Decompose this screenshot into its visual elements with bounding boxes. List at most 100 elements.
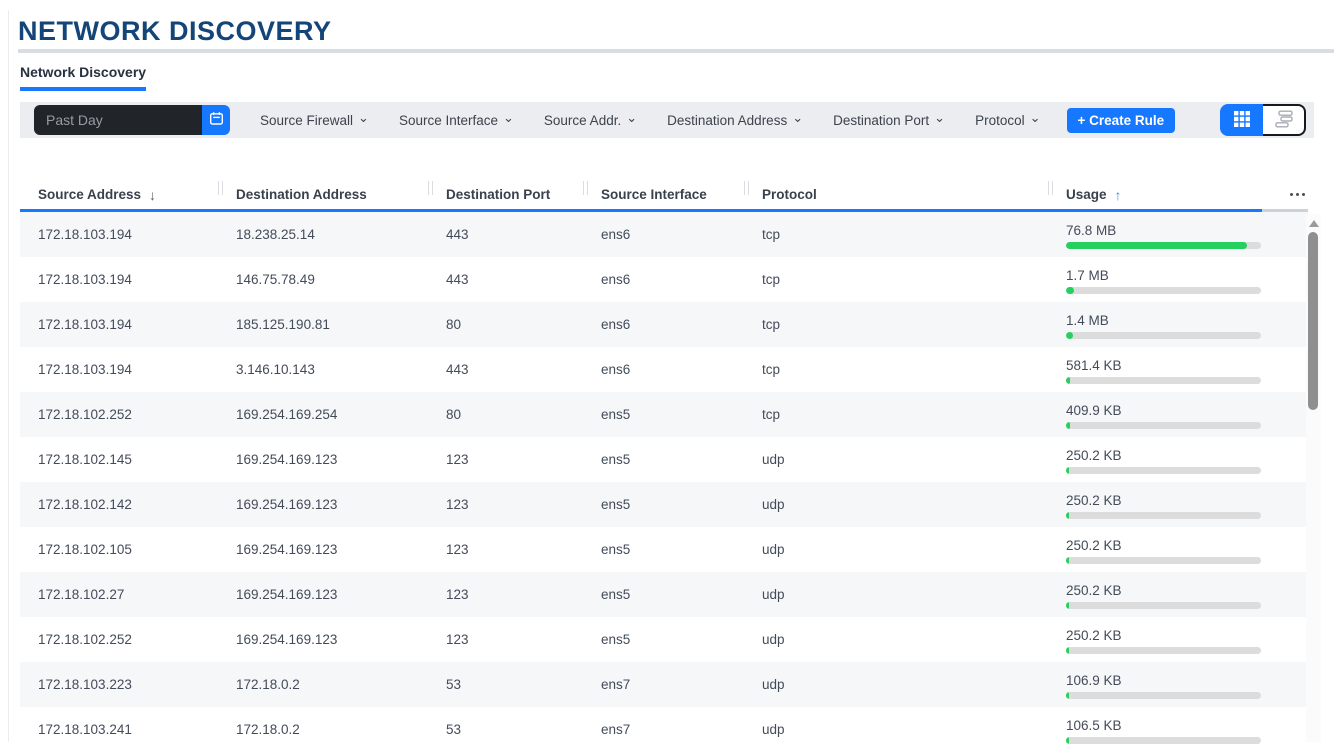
cell-source-address: 172.18.103.241 [20, 707, 218, 752]
table-row[interactable]: 172.18.103.194 185.125.190.81 80 ens6 tc… [20, 302, 1308, 347]
cell-protocol: udp [744, 482, 1048, 527]
filter-protocol[interactable]: Protocol ⌄ [975, 113, 1040, 128]
usage-bar [1066, 647, 1261, 654]
column-header-destination-port[interactable]: Destination Port [428, 180, 583, 209]
table-row[interactable]: 172.18.103.194 3.146.10.143 443 ens6 tcp… [20, 347, 1308, 392]
usage-bar-fill [1066, 422, 1070, 429]
sort-asc-icon: ↑ [1115, 187, 1122, 203]
table-row[interactable]: 172.18.102.252 169.254.169.123 123 ens5 … [20, 617, 1308, 662]
usage-bar-fill [1066, 737, 1069, 744]
cell-protocol: tcp [744, 302, 1048, 347]
cell-source-interface: ens7 [583, 707, 744, 752]
table-row[interactable]: 172.18.102.105 169.254.169.123 123 ens5 … [20, 527, 1308, 572]
vertical-scrollbar[interactable] [1306, 214, 1321, 742]
usage-bar [1066, 332, 1261, 339]
cell-destination-port: 443 [428, 347, 583, 392]
cell-protocol: udp [744, 572, 1048, 617]
usage-bar-fill [1066, 242, 1247, 249]
date-range-input[interactable] [34, 105, 202, 135]
cell-menu [1268, 302, 1308, 347]
ellipsis-icon [1290, 193, 1305, 196]
table-row[interactable]: 172.18.102.27 169.254.169.123 123 ens5 u… [20, 572, 1308, 617]
chevron-down-icon: ⌄ [358, 114, 369, 122]
flows-table: Source Address ↓ Destination Address Des… [20, 180, 1308, 752]
cell-menu [1268, 527, 1308, 572]
cell-destination-address: 169.254.169.123 [218, 527, 428, 572]
tab-network-discovery[interactable]: Network Discovery [20, 64, 146, 91]
scroll-up-icon[interactable] [1309, 220, 1319, 227]
flow-view-button[interactable] [1263, 104, 1306, 136]
table-row[interactable]: 172.18.103.223 172.18.0.2 53 ens7 udp 10… [20, 662, 1308, 707]
flow-view-icon [1274, 110, 1294, 131]
cell-menu [1268, 662, 1308, 707]
filter-source-addr[interactable]: Source Addr. ⌄ [544, 113, 637, 128]
cell-destination-address: 172.18.0.2 [218, 707, 428, 752]
calendar-button[interactable] [202, 105, 230, 135]
cell-destination-port: 80 [428, 302, 583, 347]
usage-bar [1066, 602, 1261, 609]
cell-menu [1268, 572, 1308, 617]
table-view-button[interactable] [1220, 104, 1263, 136]
usage-bar [1066, 377, 1261, 384]
cell-source-interface: ens5 [583, 437, 744, 482]
filter-source-firewall[interactable]: Source Firewall ⌄ [260, 113, 369, 128]
cell-source-interface: ens5 [583, 527, 744, 572]
view-toggle [1220, 104, 1306, 136]
table-row[interactable]: 172.18.102.145 169.254.169.123 123 ens5 … [20, 437, 1308, 482]
cell-destination-port: 123 [428, 527, 583, 572]
cell-destination-port: 53 [428, 662, 583, 707]
cell-menu [1268, 617, 1308, 662]
cell-destination-address: 185.125.190.81 [218, 302, 428, 347]
tab-bar: Network Discovery [20, 64, 146, 91]
cell-source-interface: ens6 [583, 347, 744, 392]
table-row[interactable]: 172.18.103.241 172.18.0.2 53 ens7 udp 10… [20, 707, 1308, 752]
table-row[interactable]: 172.18.103.194 18.238.25.14 443 ens6 tcp… [20, 212, 1308, 257]
cell-menu [1268, 257, 1308, 302]
filter-source-interface[interactable]: Source Interface ⌄ [399, 113, 514, 128]
cell-source-interface: ens5 [583, 482, 744, 527]
cell-source-address: 172.18.102.252 [20, 392, 218, 437]
filter-destination-address[interactable]: Destination Address ⌄ [667, 113, 803, 128]
usage-bar [1066, 467, 1261, 474]
table-row[interactable]: 172.18.102.142 169.254.169.123 123 ens5 … [20, 482, 1308, 527]
cell-menu [1268, 212, 1308, 257]
table-row[interactable]: 172.18.103.194 146.75.78.49 443 ens6 tcp… [20, 257, 1308, 302]
cell-source-interface: ens6 [583, 302, 744, 347]
column-header-source-interface[interactable]: Source Interface [583, 180, 744, 209]
cell-protocol: tcp [744, 212, 1048, 257]
filter-destination-port[interactable]: Destination Port ⌄ [833, 113, 945, 128]
cell-destination-port: 443 [428, 257, 583, 302]
cell-usage: 250.2 KB [1048, 437, 1268, 482]
usage-bar-fill [1066, 512, 1069, 519]
column-header-usage[interactable]: Usage ↑ [1048, 180, 1268, 209]
table-row[interactable]: 172.18.102.252 169.254.169.254 80 ens5 t… [20, 392, 1308, 437]
cell-source-interface: ens5 [583, 572, 744, 617]
cell-destination-port: 123 [428, 617, 583, 662]
cell-protocol: tcp [744, 347, 1048, 392]
usage-bar [1066, 737, 1261, 744]
chevron-down-icon: ⌄ [1030, 114, 1041, 122]
create-rule-button[interactable]: + Create Rule [1067, 108, 1176, 133]
cell-usage: 106.5 KB [1048, 707, 1268, 752]
cell-usage: 106.9 KB [1048, 662, 1268, 707]
filter-list: Source Firewall ⌄ Source Interface ⌄ Sou… [260, 113, 1041, 128]
column-header-source-address[interactable]: Source Address ↓ [20, 180, 218, 209]
cell-destination-port: 443 [428, 212, 583, 257]
cell-source-address: 172.18.102.252 [20, 617, 218, 662]
cell-source-interface: ens5 [583, 392, 744, 437]
sort-desc-icon: ↓ [149, 187, 156, 203]
cell-protocol: udp [744, 617, 1048, 662]
cell-source-address: 172.18.102.27 [20, 572, 218, 617]
cell-source-address: 172.18.102.142 [20, 482, 218, 527]
column-header-destination-address[interactable]: Destination Address [218, 180, 428, 209]
scrollbar-thumb[interactable] [1308, 232, 1318, 410]
column-header-protocol[interactable]: Protocol [744, 180, 1048, 209]
usage-bar [1066, 242, 1261, 249]
title-divider [18, 49, 1334, 53]
cell-source-interface: ens6 [583, 212, 744, 257]
table-header: Source Address ↓ Destination Address Des… [20, 180, 1308, 212]
cell-source-interface: ens7 [583, 662, 744, 707]
cell-destination-address: 172.18.0.2 [218, 662, 428, 707]
usage-bar [1066, 692, 1261, 699]
column-options-button[interactable] [1268, 180, 1308, 209]
